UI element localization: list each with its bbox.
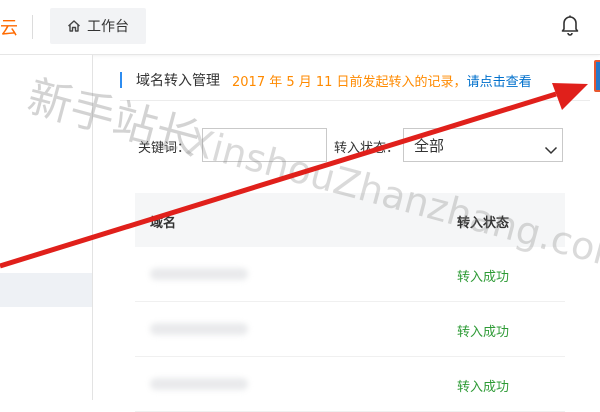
table-row: 转入成功 (135, 302, 565, 357)
keyword-label: 关键词： (138, 141, 191, 156)
title-accent-bar (120, 72, 122, 88)
table-row: 转入成功 (135, 247, 565, 302)
action-button[interactable] (594, 60, 600, 92)
domain-cell-blurred (150, 323, 248, 335)
bell-icon[interactable] (560, 14, 580, 40)
status-cell: 转入成功 (457, 380, 510, 395)
status-select[interactable]: 全部 (403, 128, 563, 162)
status-cell: 转入成功 (457, 270, 510, 285)
notice-link[interactable]: 请点击查看 (467, 75, 532, 90)
brand-divider (32, 15, 33, 39)
chevron-down-icon (544, 140, 558, 159)
workbench-label: 工作台 (87, 19, 129, 35)
notice-text: 2017 年 5 月 11 日前发起转入的记录，请点击查看 (232, 71, 532, 90)
top-bar: 云 工作台 (0, 0, 600, 55)
column-header-status: 转入状态 (457, 216, 510, 231)
left-sidebar (0, 55, 93, 400)
status-cell: 转入成功 (457, 325, 510, 340)
header-divider (120, 100, 590, 101)
status-label: 转入状态： (334, 141, 400, 156)
table-row: 转入成功 (135, 357, 565, 412)
column-header-domain: 域名 (150, 216, 177, 231)
workbench-button[interactable]: 工作台 (50, 8, 146, 44)
sidebar-item-active[interactable] (0, 273, 92, 307)
page-title: 域名转入管理 (136, 73, 220, 89)
domain-table: 域名 转入状态 转入成功 转入成功 转入成功 (135, 193, 565, 412)
page-header: 域名转入管理 2017 年 5 月 11 日前发起转入的记录，请点击查看 (120, 70, 532, 90)
status-select-value: 全部 (414, 137, 445, 155)
home-icon (67, 19, 81, 33)
domain-cell-blurred (150, 268, 248, 280)
keyword-input[interactable] (202, 128, 327, 162)
table-header: 域名 转入状态 (135, 193, 565, 247)
brand-logo[interactable]: 云 (0, 14, 18, 40)
domain-cell-blurred (150, 378, 248, 390)
notice-prefix: 2017 年 5 月 11 日前发起转入的记录， (232, 74, 467, 90)
